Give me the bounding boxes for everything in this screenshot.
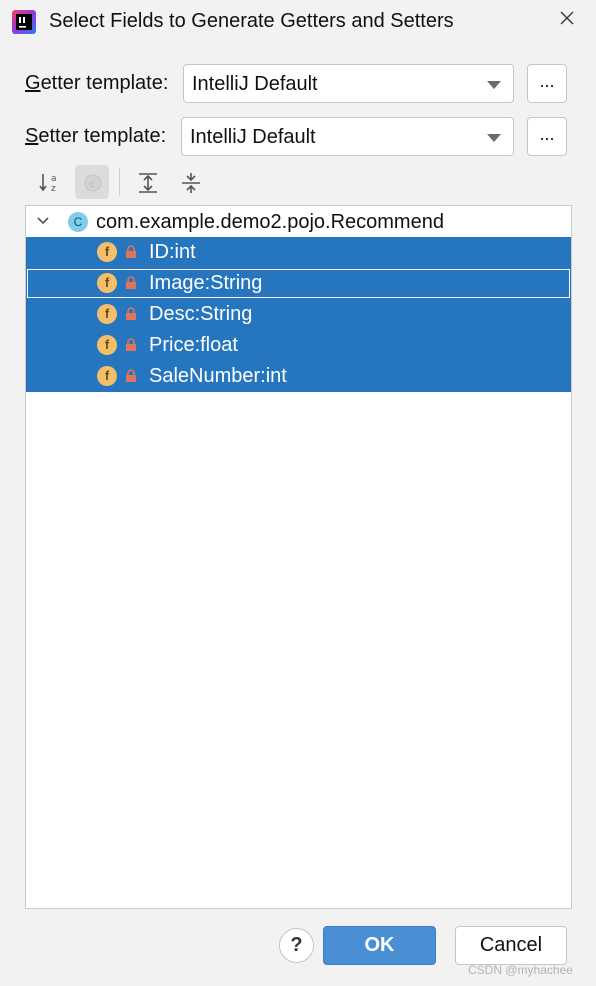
expand-all-button[interactable] [130, 165, 164, 199]
collapse-all-icon [182, 173, 200, 193]
chevron-down-icon[interactable] [36, 215, 50, 227]
expand-all-icon [139, 173, 157, 193]
field-label: ID:int [149, 241, 196, 263]
lock-icon [126, 307, 136, 320]
root-class-label: com.example.demo2.pojo.Recommend [96, 211, 444, 233]
sort-alphabetically-button[interactable]: a z [32, 165, 66, 199]
close-button[interactable] [553, 4, 581, 32]
setter-template-value: IntelliJ Default [190, 126, 316, 148]
field-row-price[interactable]: f Price:float [26, 330, 571, 361]
window-title: Select Fields to Generate Getters and Se… [49, 10, 454, 32]
field-label: SaleNumber:int [149, 365, 287, 387]
help-button[interactable]: ? [279, 928, 314, 963]
ok-button[interactable]: OK [323, 926, 436, 965]
watermark: CSDN @myhachee [468, 963, 573, 977]
getter-template-label: Getter template: [25, 72, 168, 95]
cancel-button[interactable]: Cancel [455, 926, 567, 965]
setter-template-combo[interactable]: IntelliJ Default [181, 117, 514, 156]
tree-root-class[interactable]: C com.example.demo2.pojo.Recommend [26, 206, 571, 237]
sort-alphabetically-icon: a z [39, 174, 57, 194]
toolbar-separator [119, 168, 120, 196]
getter-label-text: etter template: [40, 72, 169, 94]
field-icon: f [97, 335, 117, 355]
lock-icon [126, 245, 136, 258]
field-icon: f [97, 242, 117, 262]
setter-label-text: etter template: [38, 125, 167, 147]
class-icon: C [68, 212, 88, 232]
show-classes-icon: c [84, 174, 102, 192]
lock-icon [126, 338, 136, 351]
getter-template-value: IntelliJ Default [192, 73, 318, 95]
svg-text:c: c [90, 179, 96, 190]
field-icon: f [97, 366, 117, 386]
setter-label-mnemonic: S [25, 125, 39, 147]
field-label: Image:String [149, 272, 263, 294]
lock-icon [126, 369, 136, 382]
field-icon: f [97, 273, 117, 293]
setter-more-button[interactable]: ... [527, 117, 567, 156]
svg-text:a: a [51, 174, 57, 184]
fields-tree[interactable]: C com.example.demo2.pojo.Recommend f ID:… [25, 205, 572, 909]
getter-label-mnemonic: G [25, 72, 41, 94]
setter-template-label: Setter template: [25, 125, 166, 148]
svg-text:z: z [51, 184, 56, 194]
intellij-icon [12, 10, 36, 34]
getter-template-combo[interactable]: IntelliJ Default [183, 64, 514, 103]
chevron-down-icon [487, 81, 501, 89]
field-label: Desc:String [149, 303, 253, 325]
collapse-all-button[interactable] [173, 165, 207, 199]
close-icon [560, 11, 574, 25]
field-row-desc[interactable]: f Desc:String [26, 299, 571, 330]
field-icon: f [97, 304, 117, 324]
lock-icon [126, 276, 136, 289]
field-label: Price:float [149, 334, 238, 356]
show-classes-button[interactable]: c [75, 165, 109, 199]
chevron-down-icon [487, 134, 501, 142]
getter-more-button[interactable]: ... [527, 64, 567, 103]
field-row-id[interactable]: f ID:int [26, 237, 571, 268]
field-row-image[interactable]: f Image:String [26, 268, 571, 299]
title-bar: Select Fields to Generate Getters and Se… [0, 0, 596, 44]
field-row-salenumber[interactable]: f SaleNumber:int [26, 361, 571, 392]
